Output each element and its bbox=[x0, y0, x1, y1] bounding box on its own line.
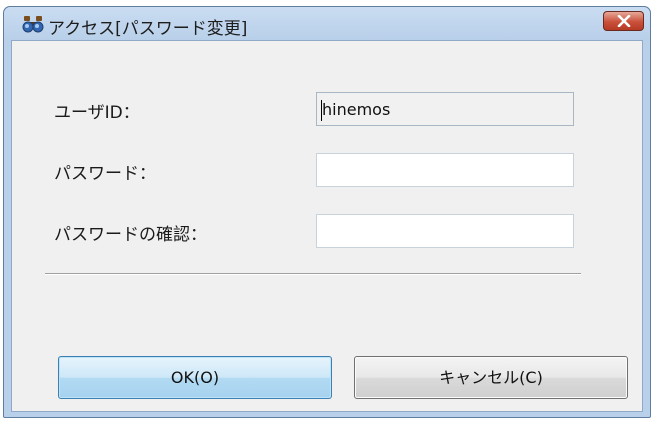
dialog-window: アクセス[パスワード変更] ユーザID： パスワード： パスワードの確認： OK… bbox=[3, 6, 651, 418]
dialog-body: ユーザID： パスワード： パスワードの確認： OK(O) キャンセル(C) bbox=[11, 40, 643, 412]
cancel-button[interactable]: キャンセル(C) bbox=[354, 356, 628, 399]
title-bar[interactable]: アクセス[パスワード変更] bbox=[4, 7, 650, 40]
ok-button[interactable]: OK(O) bbox=[58, 356, 332, 399]
close-icon bbox=[617, 15, 631, 27]
window-title: アクセス[パスワード変更] bbox=[48, 19, 248, 39]
close-button[interactable] bbox=[603, 11, 644, 31]
password-field[interactable] bbox=[316, 153, 574, 187]
password-label: パスワード： bbox=[54, 164, 156, 184]
confirm-password-label: パスワードの確認： bbox=[54, 225, 207, 245]
text-caret bbox=[321, 100, 322, 121]
user-id-field[interactable] bbox=[316, 92, 574, 126]
binoculars-icon bbox=[22, 14, 44, 34]
separator bbox=[45, 273, 581, 275]
user-id-label: ユーザID： bbox=[54, 103, 140, 123]
confirm-password-field[interactable] bbox=[316, 214, 574, 248]
